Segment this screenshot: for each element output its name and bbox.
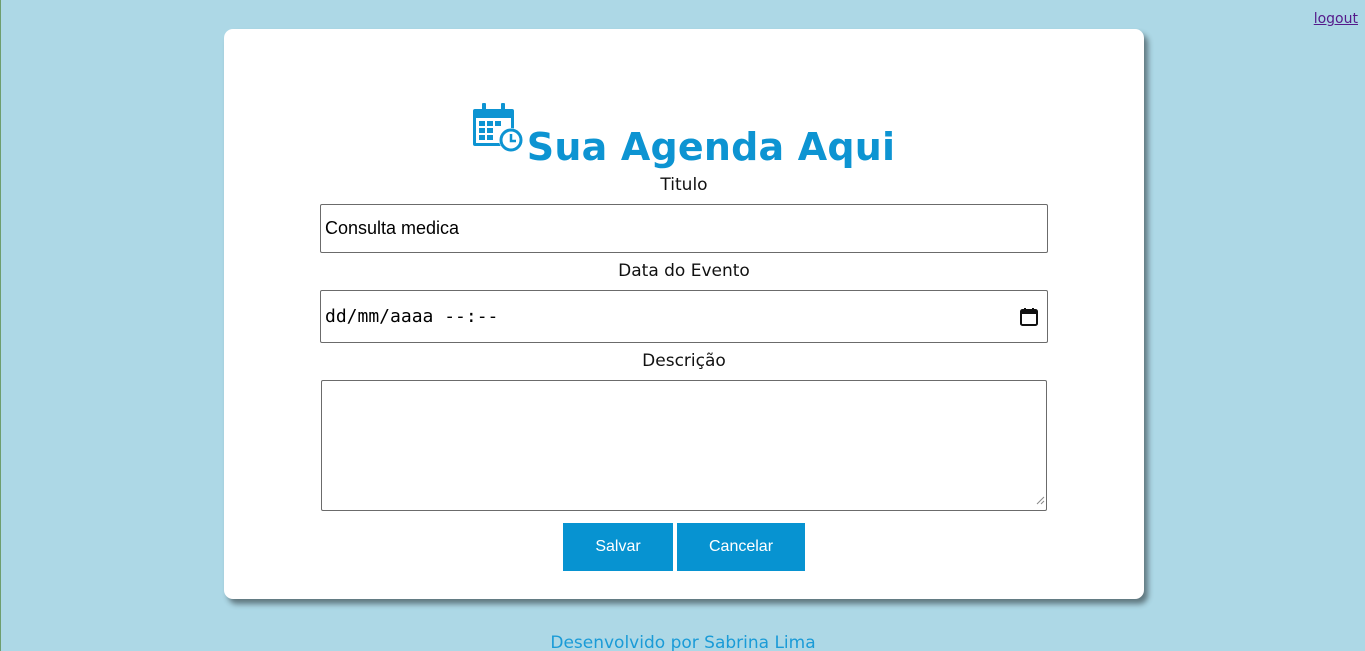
titulo-input[interactable] (320, 204, 1048, 253)
cancel-button[interactable]: Cancelar (677, 523, 805, 571)
resize-grip-icon[interactable] (1035, 490, 1045, 509)
page-title: Sua Agenda Aqui (526, 125, 896, 169)
descricao-label: Descrição (642, 351, 726, 371)
titulo-label: Titulo (660, 175, 708, 195)
descricao-textarea[interactable] (321, 380, 1047, 511)
footer-credit: Desenvolvido por Sabrina Lima (550, 633, 816, 651)
logout-link[interactable]: logout (1314, 11, 1358, 27)
app-header: Sua Agenda Aqui (224, 101, 1144, 169)
calendar-picker-icon[interactable] (1019, 307, 1039, 332)
save-button[interactable]: Salvar (563, 523, 673, 571)
data-evento-value: dd/mm/aaaa --:-- (325, 306, 499, 327)
data-evento-input[interactable]: dd/mm/aaaa --:-- (320, 290, 1048, 343)
calendar-clock-icon (472, 101, 527, 169)
event-form-card: Sua Agenda Aqui Titulo Data do Evento dd… (224, 29, 1144, 599)
data-evento-label: Data do Evento (618, 261, 750, 281)
